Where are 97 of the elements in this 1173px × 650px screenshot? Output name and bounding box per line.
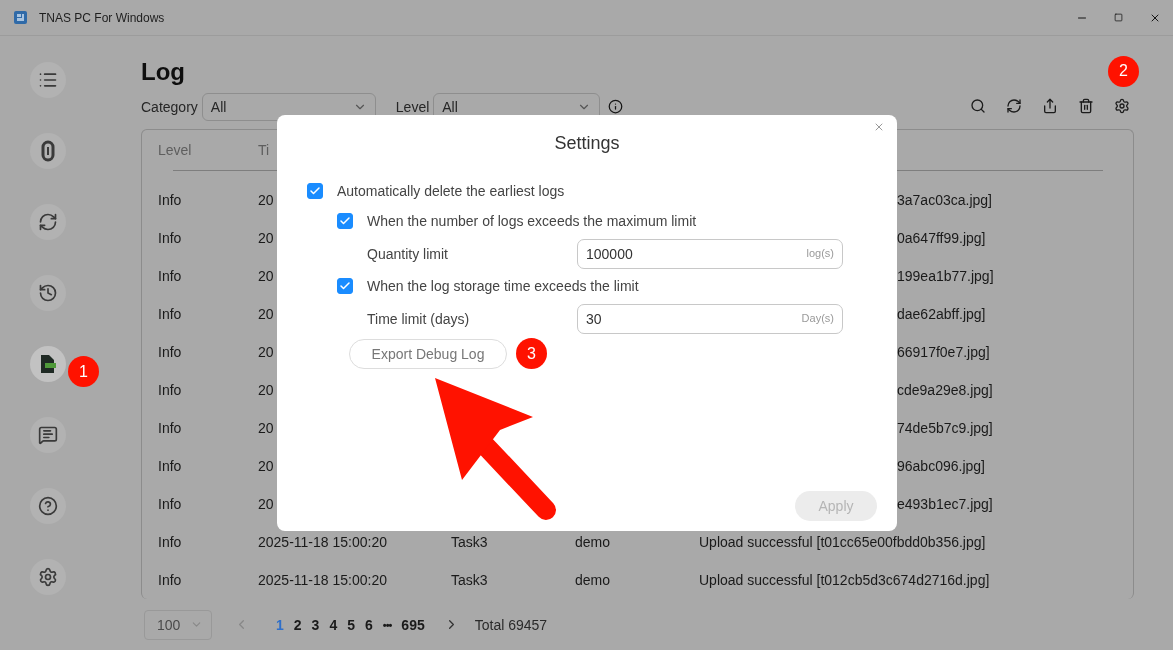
table-cell: Info — [158, 572, 182, 589]
table-cell: Info — [158, 230, 182, 247]
table-cell: 20 — [258, 344, 274, 361]
table-cell: 74de5b7c9.jpg] — [897, 420, 993, 437]
checkbox[interactable] — [307, 183, 323, 199]
export-debug-log-button[interactable]: Export Debug Log — [349, 338, 507, 369]
table-cell: Info — [158, 382, 182, 399]
table-cell: 20 — [258, 496, 274, 513]
help-icon — [38, 496, 58, 516]
table-cell: 3a7ac03ca.jpg] — [897, 192, 992, 209]
dialog-title: Settings — [553, 133, 621, 154]
table-cell: Info — [158, 268, 182, 285]
checkbox[interactable] — [337, 213, 353, 229]
table-cell: e493b1ec7.jpg] — [897, 496, 993, 513]
annotation-badge: 2 — [1108, 55, 1139, 87]
sidebar-item[interactable] — [30, 275, 66, 311]
table-cell: Upload successful [t01cc65e00fbdd0b356.jpg] — [699, 534, 986, 551]
table-cell: Info — [158, 458, 182, 475]
table-cell: Info — [158, 344, 182, 361]
settings-icon — [38, 567, 58, 587]
filter-label: Level — [395, 98, 430, 115]
sidebar-item[interactable] — [30, 133, 66, 169]
table-cell: dae62abff.jpg] — [897, 306, 986, 323]
annotation-badge: 1 — [68, 356, 99, 387]
app-logo-icon — [14, 11, 27, 24]
check-icon — [339, 280, 351, 292]
check-icon — [339, 215, 351, 227]
table-cell: 0a647ff99.jpg] — [897, 230, 986, 247]
list-icon — [38, 70, 58, 90]
table-cell: Info — [158, 420, 182, 437]
table-cell: 20 — [258, 268, 274, 285]
sync-icon — [38, 212, 58, 232]
annotation-badge: 3 — [516, 338, 547, 369]
table-cell: Info — [158, 192, 182, 209]
table-cell: 20 — [258, 306, 274, 323]
page-button[interactable]: 695 — [396, 616, 430, 633]
table-cell: 96abc096.jpg] — [897, 458, 985, 475]
close-icon — [873, 121, 885, 133]
search-icon — [970, 97, 986, 114]
checkbox[interactable] — [337, 278, 353, 294]
message-icon — [38, 425, 58, 445]
table-cell: 20 — [258, 458, 274, 475]
maximize-icon[interactable] — [1114, 13, 1123, 22]
option-label: When the number of logs exceeds the maximum limit — [367, 213, 697, 229]
page-button[interactable]: 6 — [360, 616, 378, 633]
sidebar-item[interactable] — [30, 488, 66, 524]
export-icon — [1042, 97, 1058, 114]
page-button[interactable]: 2 — [288, 616, 307, 633]
settings-icon — [1114, 97, 1130, 114]
clock-icon — [38, 283, 58, 303]
table-cell: Info — [158, 534, 182, 551]
sidebar-item[interactable] — [30, 346, 66, 382]
more-pages-button[interactable]: ••• — [377, 618, 397, 631]
refresh-icon — [1006, 97, 1022, 114]
check-icon — [309, 185, 321, 197]
table-cell: demo — [575, 572, 611, 589]
page-button[interactable]: 3 — [306, 616, 325, 633]
table-cell: 2025-11-18 15:00:20 — [258, 534, 387, 551]
ring-icon — [41, 140, 55, 162]
window-title: TNAS PC For Windows — [39, 10, 166, 25]
table-cell: 20 — [258, 382, 274, 399]
table-cell: Upload successful [t012cb5d3c674d2716d.jpg] — [699, 572, 990, 589]
close-button[interactable] — [873, 121, 885, 133]
table-cell: Info — [158, 496, 182, 513]
table-cell: 20 — [258, 230, 274, 247]
table-cell: 2025-11-18 15:00:20 — [258, 572, 387, 589]
page-size-select[interactable]: 100 — [144, 609, 212, 640]
toolbar-button[interactable] — [1006, 97, 1024, 116]
column-header: Ti — [258, 142, 270, 159]
sidebar-item[interactable] — [30, 204, 66, 240]
option-label: When the log storage time exceeds the limit — [367, 278, 639, 294]
total-count: Total 69457 — [474, 616, 548, 633]
unit-label: Day(s) — [801, 311, 834, 324]
column-header: Level — [158, 142, 192, 159]
table-cell: 66917f0e7.jpg] — [897, 344, 990, 361]
table-cell: demo — [575, 534, 611, 551]
filter-label: Category — [141, 98, 198, 115]
option-label: Automatically delete the earliest logs — [337, 183, 565, 199]
sidebar-item[interactable] — [30, 417, 66, 453]
table-cell: Task3 — [451, 534, 488, 551]
unit-label: log(s) — [806, 246, 834, 259]
field-label: Quantity limit — [367, 245, 449, 262]
toolbar-button[interactable] — [1114, 97, 1132, 116]
table-cell: 20 — [258, 420, 274, 437]
info-icon[interactable] — [608, 99, 624, 115]
sidebar-item[interactable] — [30, 559, 66, 595]
trash-icon — [1078, 97, 1094, 114]
field-label: Time limit (days) — [367, 310, 471, 327]
page-button[interactable]: 5 — [342, 616, 360, 633]
table-cell: Info — [158, 306, 182, 323]
log-file-icon — [40, 354, 56, 374]
table-cell: Task3 — [451, 572, 488, 589]
page-button[interactable]: 4 — [324, 616, 343, 633]
page-title: Log — [141, 58, 185, 86]
table-cell: 20 — [258, 192, 274, 209]
table-cell: cde9a29e8.jpg] — [897, 382, 993, 399]
table-cell: 199ea1b77.jpg] — [897, 268, 994, 285]
